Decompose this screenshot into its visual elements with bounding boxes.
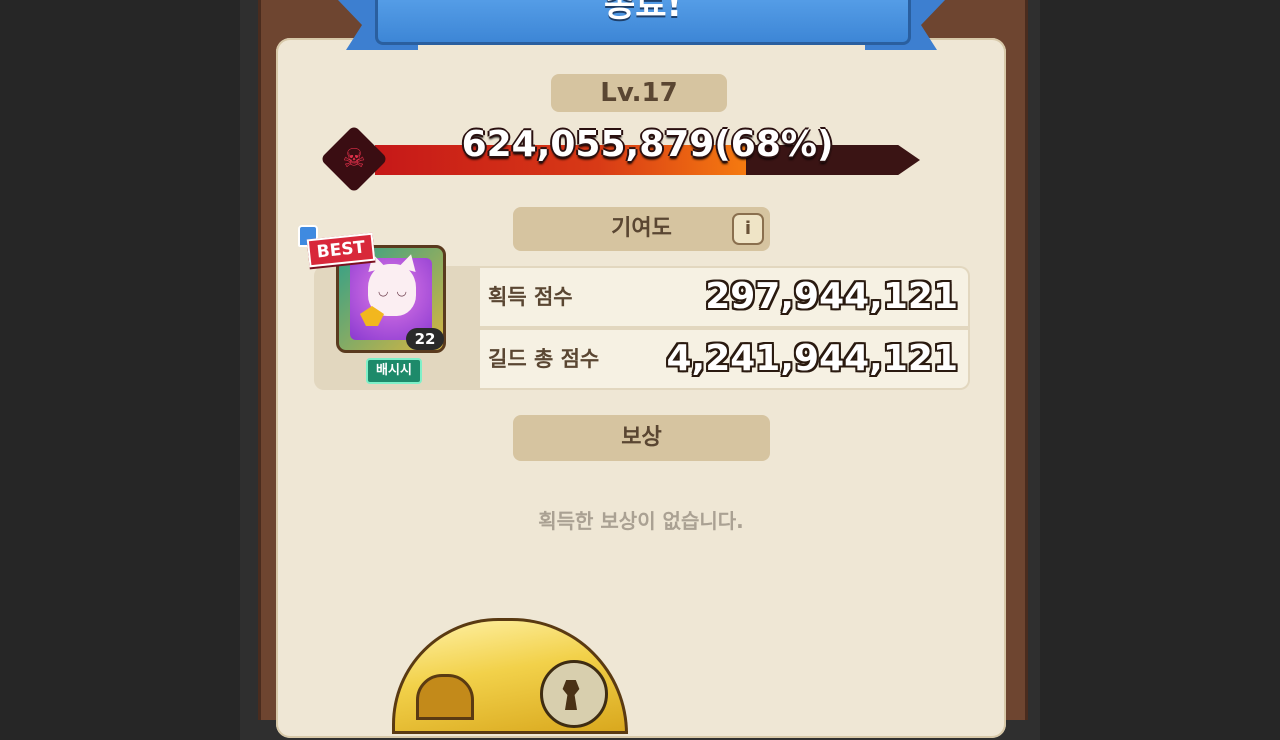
score-label: 길드 총 점수 <box>488 347 600 371</box>
rewards-header: 보상 <box>513 415 770 461</box>
title-ribbon: 종료! <box>375 0 911 45</box>
boss-hp-text: 624,055,879(68%) <box>461 124 834 165</box>
character-level: 22 <box>406 328 444 350</box>
score-row-guild-total: 길드 총 점수 4,241,944,121 <box>480 330 968 388</box>
score-value: 4,241,944,121 <box>666 338 958 379</box>
contribution-title: 기여도 <box>611 216 672 241</box>
score-value: 297,944,121 <box>705 276 958 317</box>
rewards-title: 보상 <box>621 425 662 450</box>
chest-opening <box>416 674 474 720</box>
cat-eyes: ◡◡ <box>378 284 415 298</box>
boss-level-badge: Lv.17 <box>551 74 727 112</box>
score-label: 획득 점수 <box>488 285 573 309</box>
score-row-earned: 획득 점수 297,944,121 <box>480 268 968 326</box>
page-title: 종료! <box>603 0 683 25</box>
character-name: 배시시 <box>366 358 422 384</box>
empty-rewards-message: 획득한 보상이 없습니다. <box>538 509 744 533</box>
info-icon[interactable]: i <box>732 213 764 245</box>
skull-icon: ☠ <box>342 144 366 174</box>
